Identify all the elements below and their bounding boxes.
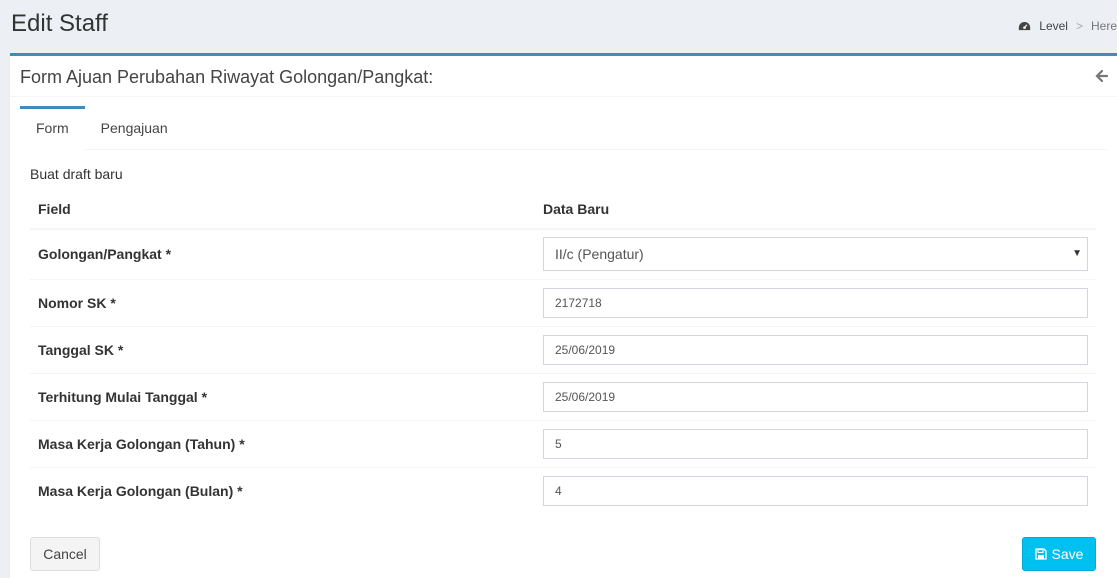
tanggal-sk-input[interactable]: 25/06/2019 (543, 334, 1088, 365)
masa-kerja-bulan-input[interactable]: 4 (543, 475, 1088, 506)
field-label: Nomor SK * (38, 294, 116, 311)
save-button-label: Save (1051, 546, 1084, 562)
field-label: Golongan/Pangkat * (38, 246, 172, 263)
arrow-left-icon[interactable] (1095, 69, 1109, 83)
page-title: Edit Staff (11, 10, 108, 37)
field-label: Terhitung Mulai Tanggal * (38, 388, 208, 405)
form-table: Field Data Baru Golongan/Pangkat * II/c … (30, 189, 1096, 514)
breadcrumb-separator: > (1075, 19, 1083, 33)
terhitung-mulai-input[interactable]: 25/06/2019 (543, 381, 1088, 412)
box-header: Form Ajuan Perubahan Riwayat Golongan/Pa… (10, 56, 1117, 97)
column-header-new-data: Data Baru (535, 189, 1096, 230)
table-row: Golongan/Pangkat * II/c (Pengatur) ▼ (30, 229, 1096, 279)
tab-pengajuan[interactable]: Pengajuan (85, 106, 184, 150)
table-row: Nomor SK * 2172718 (30, 279, 1096, 326)
masa-kerja-tahun-input[interactable]: 5 (543, 428, 1088, 459)
cancel-button[interactable]: Cancel (30, 537, 100, 571)
table-row: Masa Kerja Golongan (Tahun) * 5 (30, 420, 1096, 467)
tab-form[interactable]: Form (20, 106, 85, 150)
breadcrumb-level-link[interactable]: Level (1039, 19, 1068, 33)
form-box: Form Ajuan Perubahan Riwayat Golongan/Pa… (10, 53, 1117, 578)
box-title: Form Ajuan Perubahan Riwayat Golongan/Pa… (20, 67, 434, 87)
table-row: Tanggal SK * 25/06/2019 (30, 326, 1096, 373)
breadcrumb: Level > Here (1018, 19, 1117, 33)
column-header-field: Field (30, 189, 535, 230)
save-button[interactable]: Save (1022, 537, 1096, 571)
golongan-selected-value: II/c (Pengatur) (555, 246, 644, 263)
nomor-sk-input[interactable]: 2172718 (543, 287, 1088, 318)
table-row: Masa Kerja Golongan (Bulan) * 4 (30, 467, 1096, 514)
draft-label: Buat draft baru (30, 166, 123, 182)
breadcrumb-current: Here (1090, 19, 1117, 33)
golongan-select[interactable]: II/c (Pengatur) ▼ (543, 237, 1088, 272)
field-label: Masa Kerja Golongan (Tahun) * (38, 435, 245, 452)
caret-down-icon: ▼ (1072, 248, 1082, 260)
content-header: Edit Staff Level > Here (0, 0, 1117, 52)
floppy-disk-icon (1034, 548, 1047, 560)
field-label: Tanggal SK * (38, 341, 124, 358)
tab-bar: Form Pengajuan (20, 106, 1107, 150)
dashboard-icon (1019, 21, 1031, 31)
table-row: Terhitung Mulai Tanggal * 25/06/2019 (30, 373, 1096, 420)
field-label: Masa Kerja Golongan (Bulan) * (38, 482, 243, 499)
